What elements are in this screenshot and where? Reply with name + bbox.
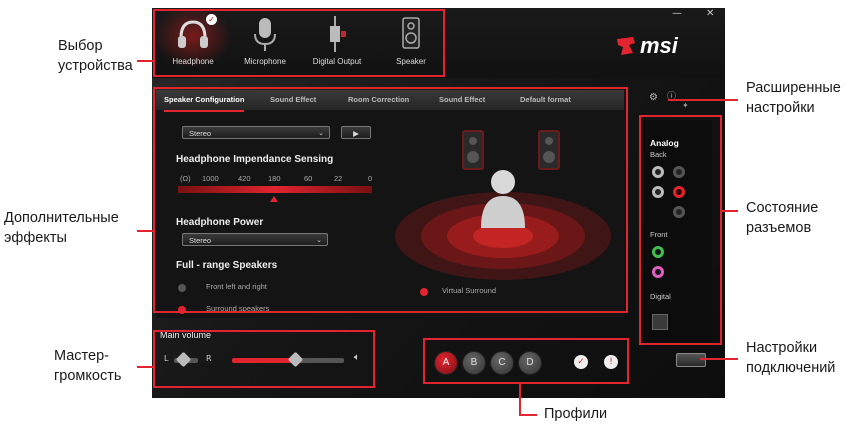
highlight-extra-effects [153,87,628,313]
callout-extra-effects: Дополнительные эффекты [4,210,119,246]
highlight-master-volume [153,330,375,388]
callout-profiles: Профили [544,406,608,422]
callout-line-advanced-h [668,99,738,101]
brand-name: msi [640,33,678,58]
callout-line-profiles-h [519,414,537,416]
msi-dragon-icon [617,37,635,55]
callout-master-volume: Мастер-громкость [54,348,122,384]
callout-line-jack [722,210,738,212]
connection-settings-button[interactable] [676,353,706,367]
minimize-button[interactable]: — [672,8,682,19]
callout-connection-settings: Настройки подключений [746,340,836,376]
callout-line-device [137,60,153,62]
callout-line-profiles-v [519,384,521,416]
callout-device-select: Выбор устройства [58,38,133,74]
close-button[interactable]: ✕ [706,8,714,19]
callout-line-connection [700,358,738,360]
highlight-jack-status [639,115,722,345]
callout-line-volume [137,366,153,368]
highlight-profiles [423,338,629,384]
callout-line-effects [137,230,153,232]
highlight-device-select [153,9,445,77]
callout-advanced-settings: Расширенные настройки [746,80,841,116]
callout-jack-status: Состояние разъемов [746,200,819,236]
msi-logo: msi [615,33,705,58]
settings-small-icon[interactable]: ✦ [682,101,689,110]
advanced-settings-gear-icon[interactable]: ⚙ [649,92,658,103]
